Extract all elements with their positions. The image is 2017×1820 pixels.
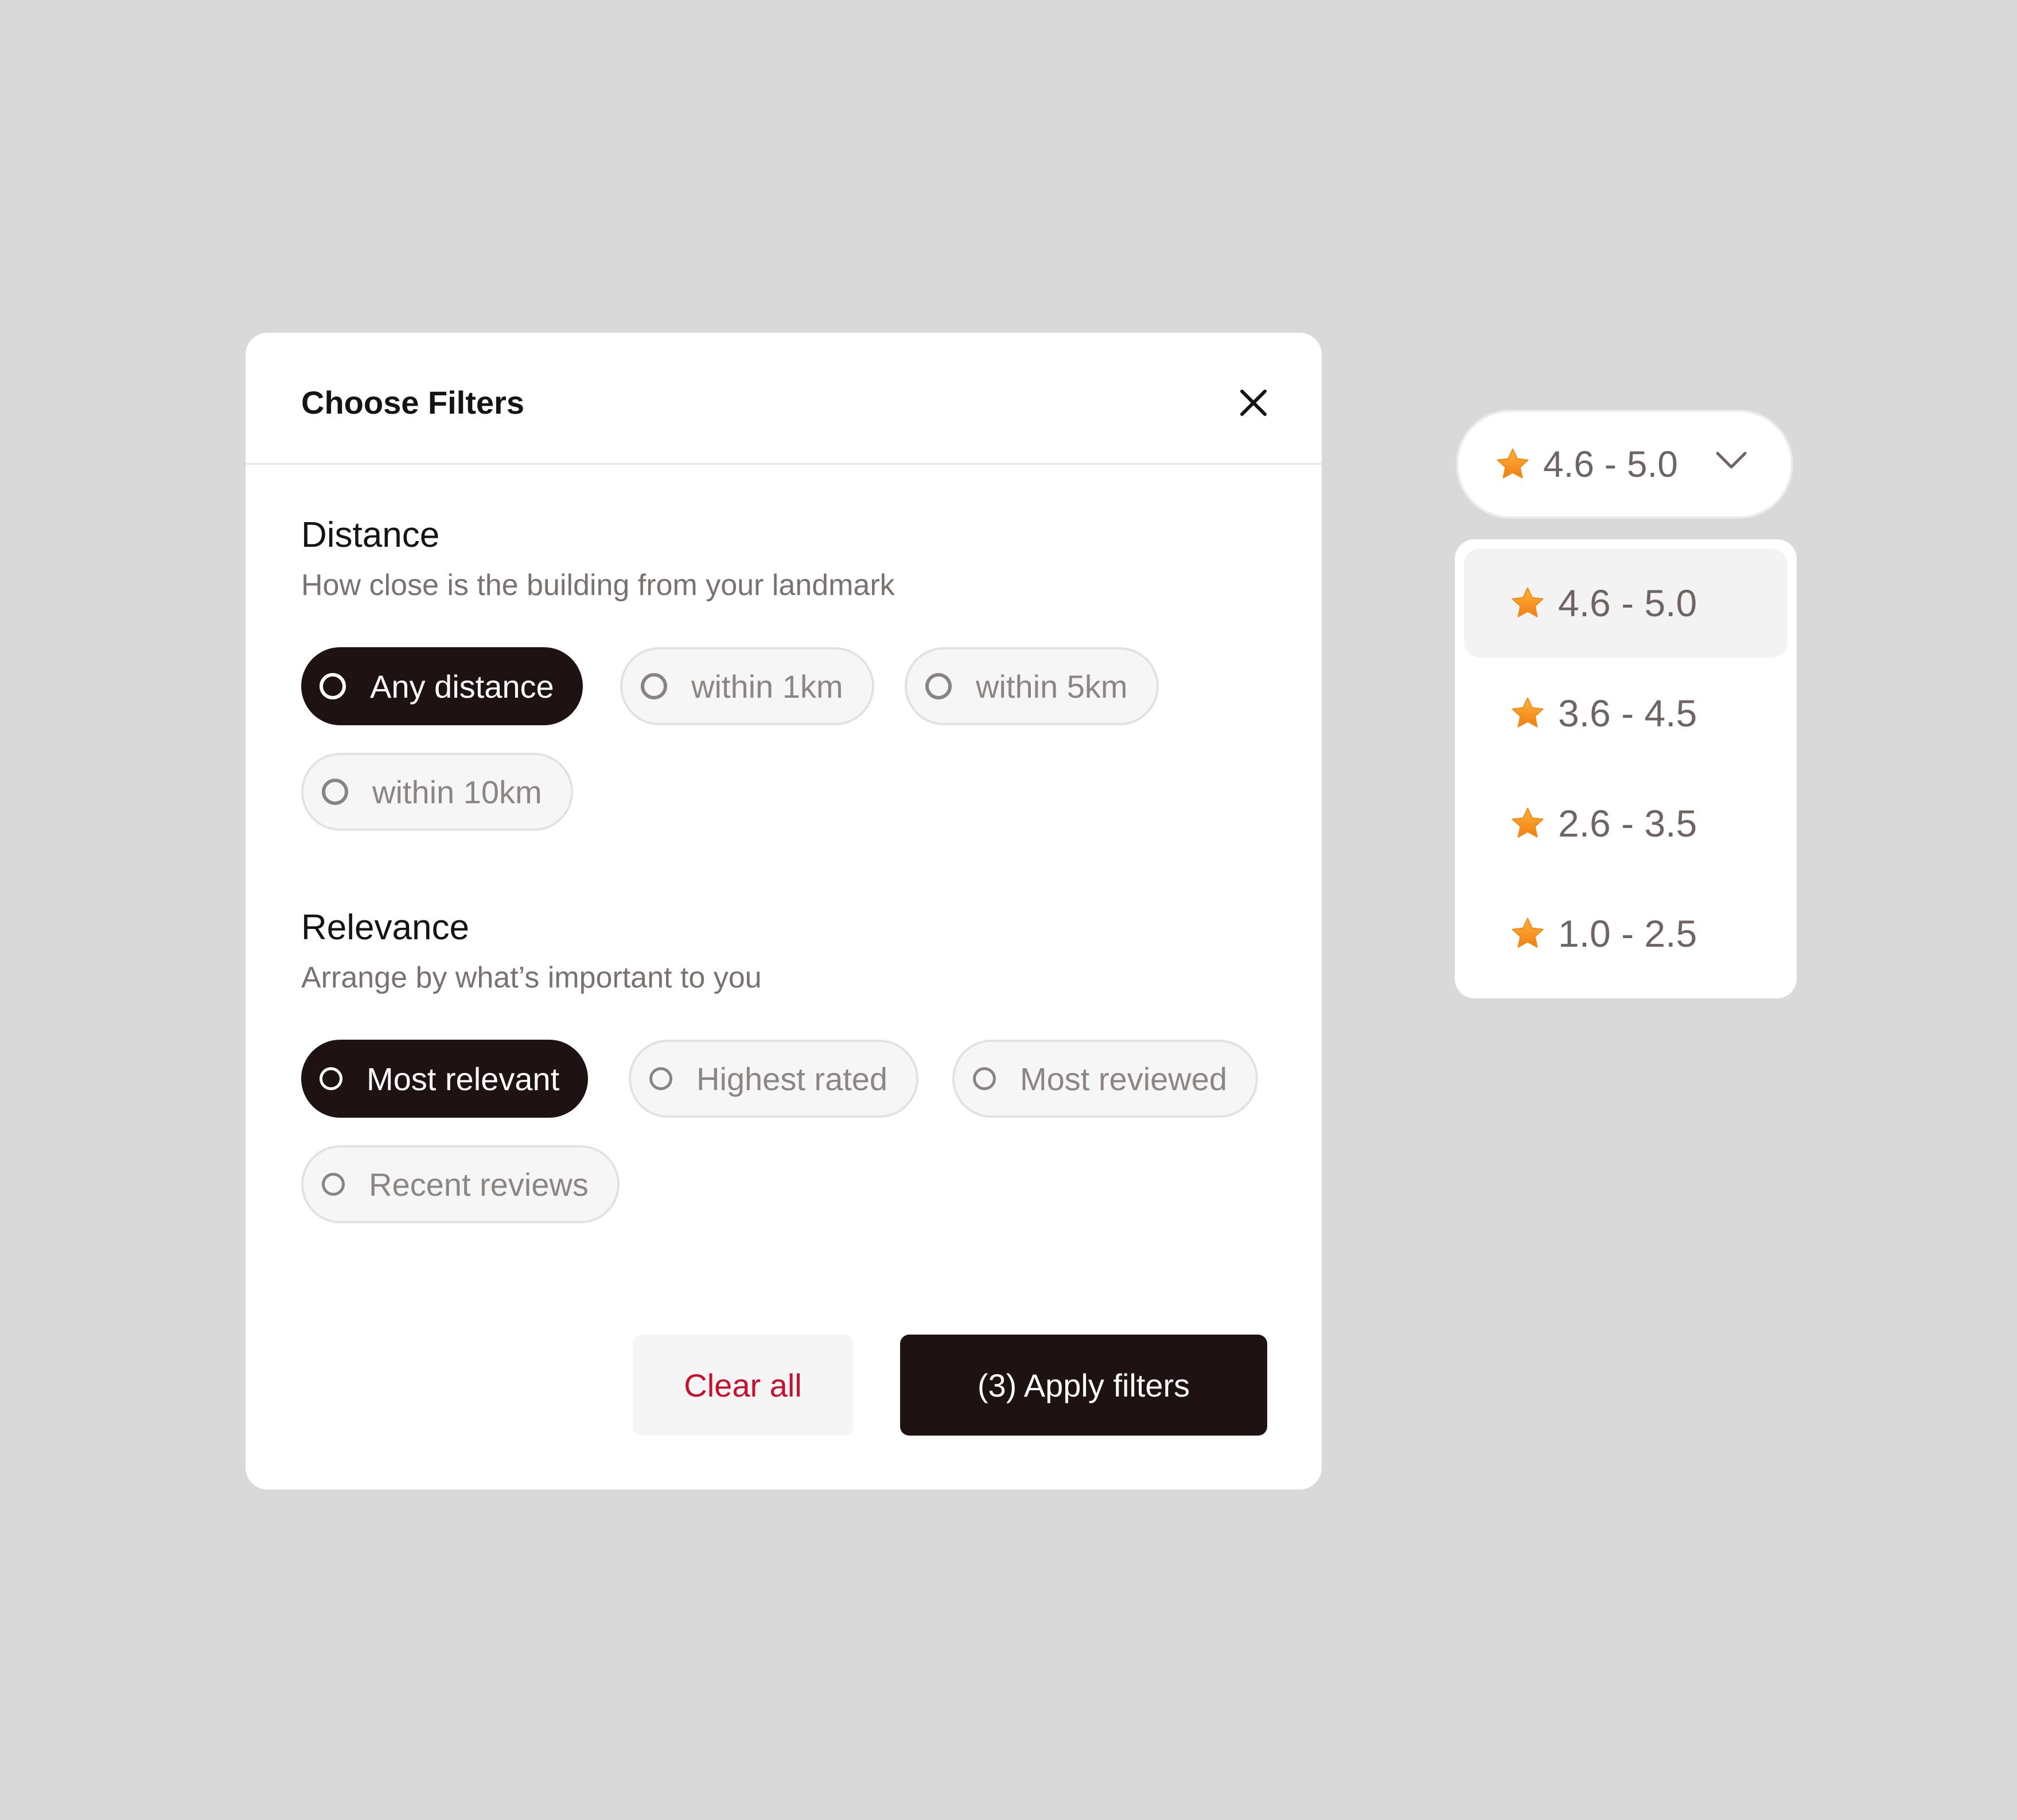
chip-within-1km[interactable]: within 1km [620, 647, 874, 725]
radio-icon [641, 673, 667, 699]
radio-icon [320, 1067, 342, 1090]
chip-label: within 5km [976, 668, 1128, 705]
chip-recent-reviews[interactable]: Recent reviews [301, 1145, 620, 1223]
chip-label: within 10km [372, 773, 542, 810]
radio-icon [320, 673, 346, 699]
chip-label: Most reviewed [1020, 1060, 1228, 1097]
distance-subtitle: How close is the building from your land… [301, 569, 895, 602]
star-icon [1495, 446, 1531, 482]
star-icon [1510, 695, 1545, 731]
relevance-title: Relevance [301, 908, 469, 947]
radio-icon [322, 1173, 345, 1196]
chevron-down-icon [1716, 452, 1747, 469]
chip-most-reviewed[interactable]: Most reviewed [952, 1040, 1259, 1118]
rating-option-label: 1.0 - 2.5 [1558, 912, 1697, 955]
chip-most-relevant[interactable]: Most relevant [301, 1040, 589, 1118]
chip-highest-rated[interactable]: Highest rated [629, 1040, 919, 1118]
rating-menu: 4.6 - 5.0 3.6 - 4.5 2.6 - 3.5 1.0 - 2.5 [1455, 539, 1797, 998]
relevance-section: Relevance Arrange by what’s important to… [301, 910, 762, 993]
chip-label: Any distance [370, 668, 554, 705]
radio-icon [649, 1067, 672, 1090]
chip-label: within 1km [691, 668, 843, 705]
modal-title: Choose Filters [301, 384, 524, 421]
rating-option-3-6-4-5[interactable]: 3.6 - 4.5 [1464, 659, 1788, 768]
apply-filters-button[interactable]: (3) Apply filters [900, 1335, 1267, 1436]
star-icon [1510, 585, 1545, 621]
filter-modal: Choose Filters Distance How close is the… [246, 333, 1322, 1490]
rating-option-label: 3.6 - 4.5 [1558, 692, 1697, 734]
chip-label: Recent reviews [369, 1166, 589, 1203]
chip-label: Highest rated [696, 1060, 888, 1097]
rating-dropdown[interactable]: 4.6 - 5.0 [1456, 410, 1793, 519]
modal-header: Choose Filters [246, 333, 1322, 465]
clear-all-button[interactable]: Clear all [633, 1335, 853, 1436]
radio-icon [322, 779, 348, 805]
distance-title: Distance [301, 515, 440, 555]
chip-within-10km[interactable]: within 10km [301, 753, 573, 831]
close-icon [1240, 390, 1267, 416]
close-button[interactable] [1228, 378, 1279, 428]
rating-current: 4.6 - 5.0 [1543, 444, 1678, 485]
radio-icon [973, 1067, 996, 1090]
rating-option-label: 4.6 - 5.0 [1558, 582, 1697, 624]
star-icon [1510, 806, 1545, 841]
relevance-subtitle: Arrange by what’s important to you [301, 961, 762, 994]
star-icon [1510, 916, 1545, 951]
radio-icon [925, 673, 952, 699]
canvas: Choose Filters Distance How close is the… [0, 0, 2017, 1820]
chip-any-distance[interactable]: Any distance [301, 647, 583, 725]
rating-option-label: 2.6 - 3.5 [1558, 802, 1697, 845]
rating-option-4-6-5-0[interactable]: 4.6 - 5.0 [1464, 549, 1788, 658]
rating-option-1-0-2-5[interactable]: 1.0 - 2.5 [1464, 879, 1788, 988]
chip-label: Most relevant [367, 1060, 560, 1097]
distance-section: Distance How close is the building from … [301, 515, 895, 602]
rating-option-2-6-3-5[interactable]: 2.6 - 3.5 [1464, 769, 1788, 878]
chip-within-5km[interactable]: within 5km [905, 647, 1159, 725]
